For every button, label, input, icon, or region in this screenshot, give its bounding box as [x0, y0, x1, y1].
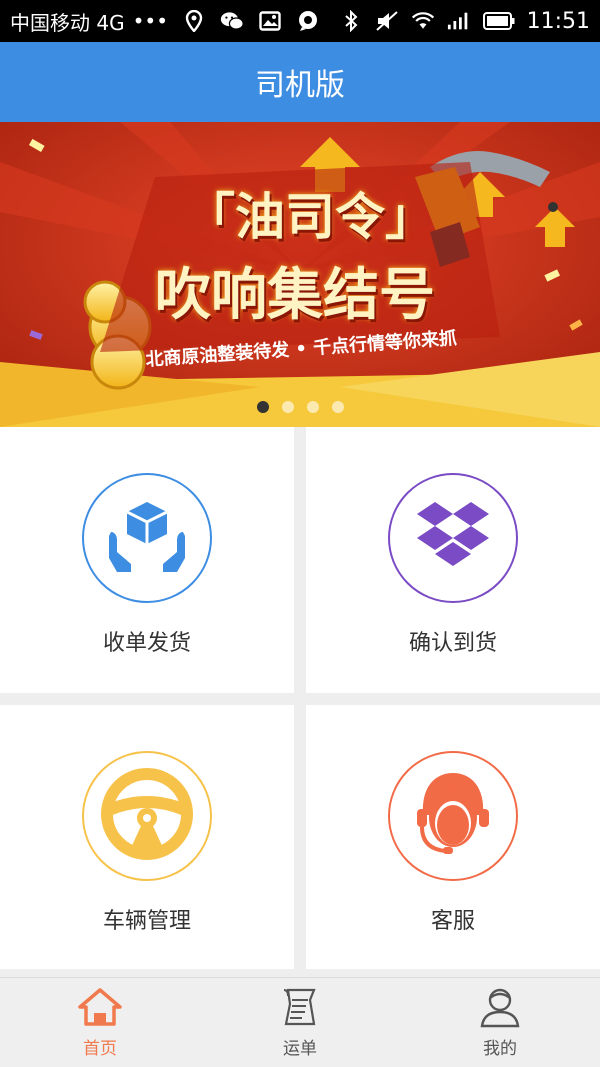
user-icon [477, 984, 523, 1030]
mute-icon [375, 9, 399, 33]
function-grid: 收单发货 确认到货 车辆管理 客服 [0, 427, 600, 977]
tile-confirm-arrival[interactable]: 确认到货 [306, 427, 600, 693]
carousel-indicator [0, 401, 600, 413]
wechat-icon [220, 9, 244, 33]
banner-title-line1: 「油司令」 [185, 188, 435, 246]
tile-receive-ship[interactable]: 收单发货 [0, 427, 294, 693]
banner-title-line2: 吹响集结号 [155, 263, 435, 328]
tile-icon-circle [388, 473, 518, 603]
image-icon [258, 9, 282, 33]
tile-label: 车辆管理 [102, 909, 191, 934]
home-icon [77, 984, 123, 1030]
bluetooth-icon [339, 9, 363, 33]
tile-icon-circle [82, 473, 212, 603]
tile-vehicle-management[interactable]: 车辆管理 [0, 705, 294, 969]
carousel-dot[interactable] [306, 401, 319, 413]
tile-label: 客服 [430, 909, 475, 934]
tile-label: 确认到货 [408, 631, 497, 656]
carousel-dot[interactable] [256, 401, 269, 413]
tile-icon-circle [82, 751, 212, 881]
tab-waybill[interactable]: 运单 [200, 978, 400, 1067]
page-title: 司机版 [255, 68, 345, 103]
more-notifications-indicator: ••• [132, 9, 168, 33]
tab-mine[interactable]: 我的 [400, 978, 600, 1067]
carousel-dot[interactable] [331, 401, 344, 413]
carrier-text: 中国移动 4G [10, 10, 125, 35]
clock-time: 11:51 [526, 8, 590, 34]
dropbox-icon [415, 500, 491, 576]
tile-label: 收单发货 [102, 631, 191, 656]
carousel-dot[interactable] [281, 401, 294, 413]
signal-icon [447, 9, 471, 33]
tile-customer-service[interactable]: 客服 [306, 705, 600, 969]
battery-icon [482, 9, 515, 33]
tab-label: 运单 [283, 1039, 317, 1059]
bottom-tab-bar: 首页 运单 我的 [0, 977, 600, 1067]
wifi-icon [411, 9, 435, 33]
message-icon [296, 9, 320, 33]
hands-box-icon [107, 498, 187, 578]
steering-wheel-icon [101, 768, 193, 864]
promo-banner-carousel[interactable]: 「油司令」 吹响集结号 北商原油整装待发 • 千点行情等你来抓 [0, 122, 600, 427]
app-header: 司机版 [0, 42, 600, 122]
status-bar: 中国移动 4G ••• 11:51 [0, 0, 600, 42]
document-icon [277, 984, 323, 1030]
tab-label: 首页 [83, 1039, 117, 1059]
customer-service-icon [411, 769, 495, 863]
location-icon [182, 9, 206, 33]
tab-home[interactable]: 首页 [0, 978, 200, 1067]
tab-label: 我的 [483, 1039, 517, 1059]
tile-icon-circle [388, 751, 518, 881]
